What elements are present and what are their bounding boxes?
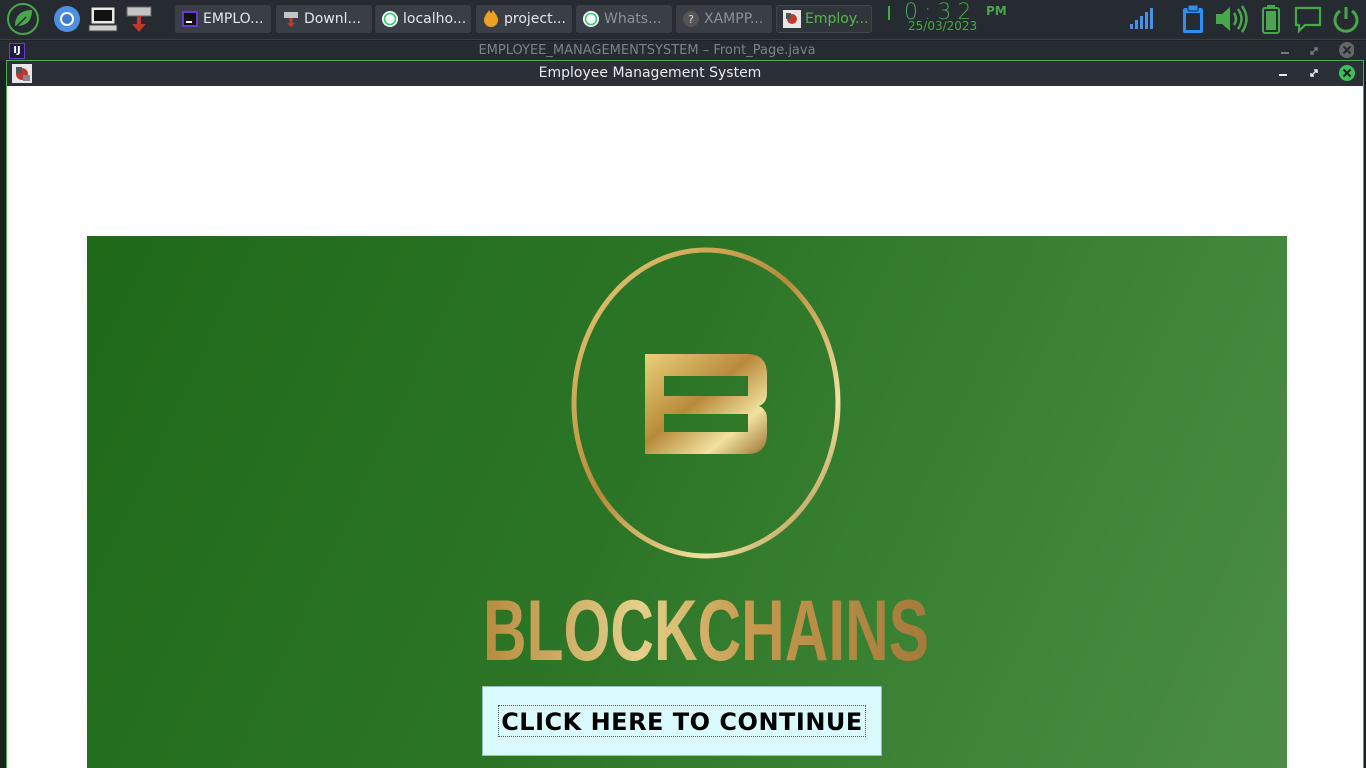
whatsapp-icon (582, 10, 600, 28)
java-app-icon (783, 10, 801, 28)
maximize-icon[interactable] (1306, 65, 1322, 81)
continue-button[interactable]: CLICK HERE TO CONTINUE (482, 686, 882, 756)
app-titlebar[interactable]: Employee Management System (7, 61, 1363, 86)
ide-close-icon[interactable] (1338, 42, 1354, 58)
front-page-canvas: BLOCKCHAINS CLICK HERE TO CONTINUE (7, 86, 1363, 768)
continue-button-label: CLICK HERE TO CONTINUE (498, 705, 866, 737)
xampp-icon (482, 10, 500, 28)
ide-window-titlebar: IJ EMPLOYEE_MANAGEMENTSYSTEM – Front_Pag… (0, 41, 1366, 61)
clipboard-icon[interactable] (1178, 4, 1208, 34)
power-icon[interactable] (1330, 4, 1362, 34)
chromium-icon[interactable] (50, 4, 84, 34)
ide-minimize-icon[interactable] (1277, 43, 1293, 59)
svg-text:?: ? (688, 13, 694, 26)
taskbar-item[interactable]: localho... (375, 5, 471, 33)
taskbar-item-label: Employ... (805, 11, 869, 27)
taskbar-item-label: Downl... (304, 11, 361, 27)
volume-icon[interactable] (1212, 4, 1252, 34)
taskbar-item-label: XAMPP... (704, 11, 764, 27)
logo-wordmark: BLOCKCHAINS (483, 583, 929, 679)
taskbar-item[interactable]: EMPLO... (175, 5, 271, 33)
terminal-icon[interactable] (86, 4, 120, 34)
taskbar-item[interactable]: project... (476, 5, 572, 33)
minimize-icon[interactable] (1275, 65, 1291, 81)
taskbar-item-label: Whats... (604, 11, 662, 27)
ide-window-title: EMPLOYEE_MANAGEMENTSYSTEM – Front_Page.j… (478, 43, 816, 58)
taskbar-item[interactable]: Downl... (276, 5, 372, 33)
ide-maximize-icon[interactable] (1306, 43, 1322, 59)
taskbar-item[interactable]: Whats... (576, 5, 672, 33)
message-icon[interactable] (1292, 4, 1324, 34)
taskbar-item-label: localho... (403, 11, 467, 27)
clock-date: 25/03/2023 (908, 19, 978, 33)
downloader-icon (282, 10, 300, 28)
intellij-icon (181, 10, 199, 28)
close-icon[interactable] (1338, 64, 1356, 82)
app-window-title: Employee Management System (538, 65, 762, 81)
logo-letter-b (645, 354, 767, 454)
taskbar-item-label: project... (504, 11, 566, 27)
whatsapp-icon (381, 10, 399, 28)
leaf-menu-icon[interactable] (4, 3, 42, 35)
help-icon: ? (682, 10, 700, 28)
downloader-icon[interactable] (122, 4, 156, 34)
taskbar-item-label: EMPLO... (203, 11, 264, 27)
clock-separator (888, 6, 890, 20)
battery-icon[interactable] (1256, 4, 1286, 34)
taskbar-item[interactable]: Employ... (776, 5, 872, 33)
taskbar-item[interactable]: ? XAMPP... (676, 5, 772, 33)
clock-ampm: PM (986, 4, 1007, 18)
employee-management-window: Employee Management System BLOCKCHAINS C… (6, 60, 1364, 768)
signal-icon[interactable] (1126, 4, 1156, 34)
top-panel: EMPLO... Downl... localho... project... What… (0, 0, 1366, 40)
